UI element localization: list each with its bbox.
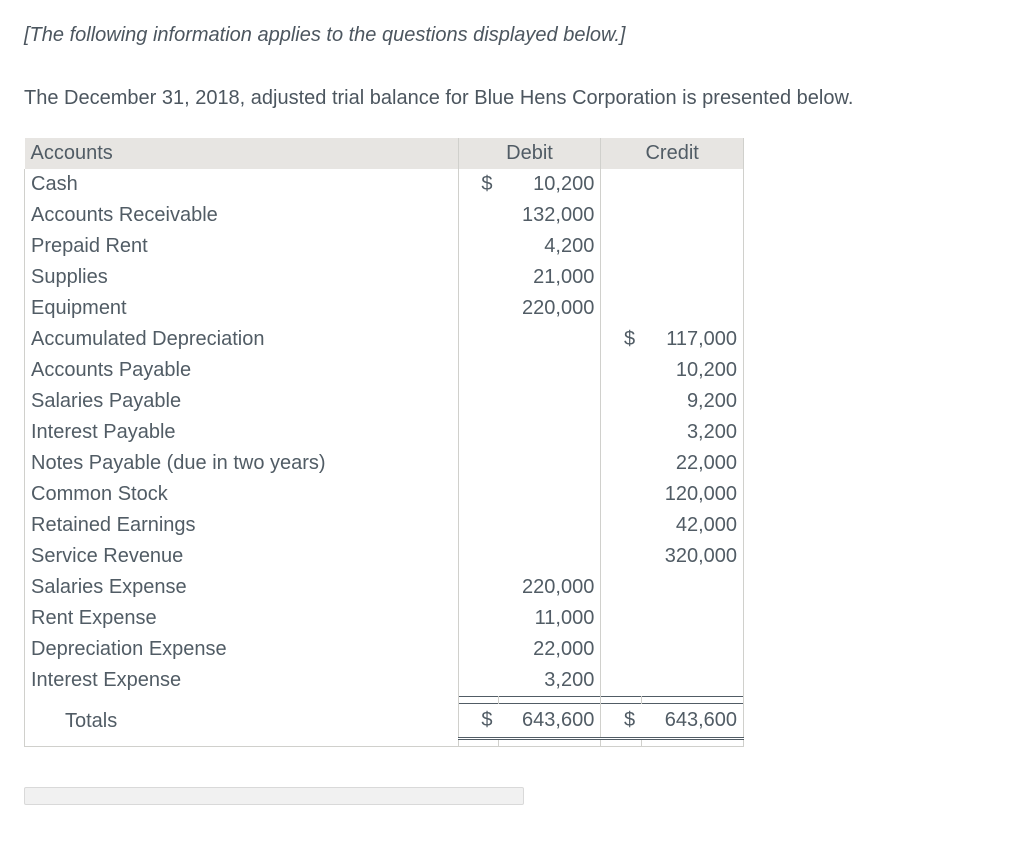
table-row: Retained Earnings 42,000 — [25, 510, 744, 541]
debit-value: 220,000 — [499, 293, 601, 324]
account-name: Cash — [25, 169, 459, 200]
account-name: Depreciation Expense — [25, 634, 459, 665]
credit-symbol: $ — [601, 324, 641, 355]
table-row: Supplies 21,000 — [25, 262, 744, 293]
totals-debit-value: 643,600 — [499, 704, 601, 739]
debit-value — [499, 510, 601, 541]
totals-credit-value: 643,600 — [641, 704, 743, 739]
debit-value: 10,200 — [499, 169, 601, 200]
account-name: Equipment — [25, 293, 459, 324]
debit-value — [499, 479, 601, 510]
debit-value — [499, 541, 601, 572]
credit-value: 10,200 — [641, 355, 743, 386]
table-row: Salaries Payable 9,200 — [25, 386, 744, 417]
debit-value — [499, 417, 601, 448]
table-row: Accumulated Depreciation $ 117,000 — [25, 324, 744, 355]
credit-value — [641, 262, 743, 293]
table-row: Common Stock 120,000 — [25, 479, 744, 510]
debit-value: 11,000 — [499, 603, 601, 634]
credit-value: 42,000 — [641, 510, 743, 541]
debit-value — [499, 355, 601, 386]
table-row: Cash $ 10,200 — [25, 169, 744, 200]
debit-value — [499, 386, 601, 417]
credit-value — [641, 231, 743, 262]
debit-value — [499, 324, 601, 355]
debit-value: 3,200 — [499, 665, 601, 697]
table-row: Accounts Receivable 132,000 — [25, 200, 744, 231]
table-row: Depreciation Expense 22,000 — [25, 634, 744, 665]
credit-value — [641, 169, 743, 200]
trial-balance-table: Accounts Debit Credit Cash $ 10,200 Acco… — [24, 138, 744, 747]
account-name: Accounts Receivable — [25, 200, 459, 231]
table-row: Prepaid Rent 4,200 — [25, 231, 744, 262]
debit-value: 4,200 — [499, 231, 601, 262]
account-name: Interest Expense — [25, 665, 459, 697]
credit-symbol — [601, 169, 641, 200]
credit-value: 117,000 — [641, 324, 743, 355]
col-accounts: Accounts — [25, 138, 459, 169]
table-row: Accounts Payable 10,200 — [25, 355, 744, 386]
account-name: Salaries Expense — [25, 572, 459, 603]
credit-value: 9,200 — [641, 386, 743, 417]
account-name: Interest Payable — [25, 417, 459, 448]
credit-value — [641, 634, 743, 665]
horizontal-scrollbar[interactable] — [24, 787, 524, 805]
intro-note: [The following information applies to th… — [24, 24, 1000, 47]
totals-debit-symbol: $ — [458, 704, 498, 739]
col-credit: Credit — [601, 138, 744, 169]
credit-value — [641, 293, 743, 324]
account-name: Notes Payable (due in two years) — [25, 448, 459, 479]
col-debit: Debit — [458, 138, 601, 169]
table-header-row: Accounts Debit Credit — [25, 138, 744, 169]
account-name: Salaries Payable — [25, 386, 459, 417]
account-name: Retained Earnings — [25, 510, 459, 541]
debit-value: 21,000 — [499, 262, 601, 293]
totals-label: Totals — [25, 704, 459, 739]
table-row: Service Revenue 320,000 — [25, 541, 744, 572]
totals-row: Totals $ 643,600 $ 643,600 — [25, 704, 744, 739]
debit-symbol: $ — [458, 169, 498, 200]
account-name: Accounts Payable — [25, 355, 459, 386]
credit-value — [641, 200, 743, 231]
debit-value: 220,000 — [499, 572, 601, 603]
credit-value: 320,000 — [641, 541, 743, 572]
credit-value: 3,200 — [641, 417, 743, 448]
totals-credit-symbol: $ — [601, 704, 641, 739]
table-row: Interest Expense 3,200 — [25, 665, 744, 697]
account-name: Rent Expense — [25, 603, 459, 634]
credit-value — [641, 603, 743, 634]
table-bottom — [25, 739, 744, 747]
table-rule — [25, 697, 744, 704]
account-name: Accumulated Depreciation — [25, 324, 459, 355]
credit-value: 120,000 — [641, 479, 743, 510]
credit-value — [641, 665, 743, 697]
account-name: Supplies — [25, 262, 459, 293]
credit-value — [641, 572, 743, 603]
table-row: Interest Payable 3,200 — [25, 417, 744, 448]
narrative-text: The December 31, 2018, adjusted trial ba… — [24, 87, 1000, 110]
table-row: Equipment 220,000 — [25, 293, 744, 324]
table-row: Salaries Expense 220,000 — [25, 572, 744, 603]
table-row: Rent Expense 11,000 — [25, 603, 744, 634]
debit-value: 132,000 — [499, 200, 601, 231]
account-name: Common Stock — [25, 479, 459, 510]
account-name: Prepaid Rent — [25, 231, 459, 262]
table-row: Notes Payable (due in two years) 22,000 — [25, 448, 744, 479]
debit-value: 22,000 — [499, 634, 601, 665]
credit-value: 22,000 — [641, 448, 743, 479]
account-name: Service Revenue — [25, 541, 459, 572]
debit-value — [499, 448, 601, 479]
